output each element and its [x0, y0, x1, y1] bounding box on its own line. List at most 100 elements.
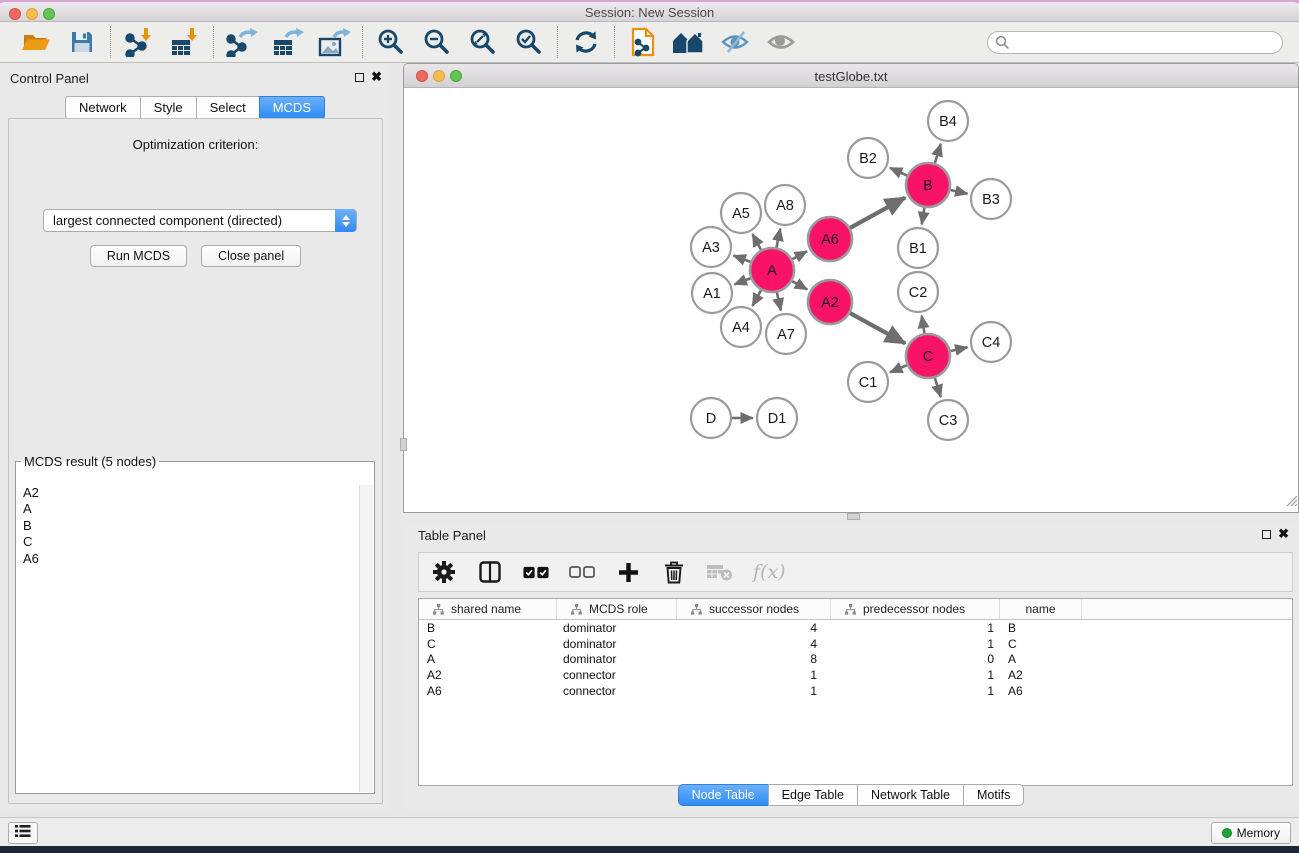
- network-edge[interactable]: [922, 316, 925, 335]
- import-network-icon[interactable]: [121, 25, 157, 59]
- network-node-label: A6: [821, 232, 839, 248]
- column-header-predecessor-nodes[interactable]: predecessor nodes: [831, 599, 1000, 619]
- network-edge[interactable]: [935, 144, 941, 164]
- task-history-button[interactable]: [8, 822, 38, 844]
- network-edge[interactable]: [734, 278, 751, 285]
- column-header-shared-name[interactable]: shared name: [419, 599, 557, 619]
- node-table: shared name MCDS role successor nodes pr…: [418, 598, 1293, 786]
- show-column-icon[interactable]: [477, 559, 503, 585]
- close-panel-icon[interactable]: ✖: [371, 70, 382, 84]
- tab-style[interactable]: Style: [140, 96, 196, 119]
- criterion-selected-value: largest connected component (directed): [53, 213, 282, 228]
- search-input[interactable]: [987, 31, 1283, 54]
- mcds-result-item[interactable]: A6: [17, 551, 359, 567]
- mcds-result-list: A2ABCA6: [17, 485, 359, 792]
- table-row[interactable]: Cdominator41C: [419, 636, 1292, 652]
- table-settings-gear-icon[interactable]: [431, 559, 457, 585]
- zoom-in-icon[interactable]: [373, 25, 409, 59]
- select-stepper-icon: [335, 209, 356, 232]
- network-edge[interactable]: [752, 289, 761, 306]
- open-file-icon[interactable]: [18, 25, 54, 59]
- criterion-select[interactable]: largest connected component (directed): [43, 209, 357, 232]
- import-table-icon[interactable]: [167, 25, 203, 59]
- network-edge[interactable]: [752, 234, 761, 251]
- network-edge[interactable]: [733, 255, 751, 262]
- table-row[interactable]: Adominator80A: [419, 652, 1292, 668]
- mcds-result-box: MCDS result (5 nodes) A2ABCA6: [15, 454, 375, 794]
- tab-motifs[interactable]: Motifs: [963, 784, 1024, 806]
- refresh-icon[interactable]: [568, 25, 604, 59]
- network-view-window: testGlobe.txt B4B2BB3B1A5A8A6A3AA1A2C2A4…: [403, 63, 1299, 513]
- houses-icon[interactable]: [671, 25, 707, 59]
- export-table-icon[interactable]: [270, 25, 306, 59]
- network-node-label: B: [923, 178, 933, 194]
- network-edge[interactable]: [922, 207, 925, 225]
- network-node-label: B1: [909, 241, 927, 257]
- select-all-checkboxes-icon[interactable]: [523, 559, 549, 585]
- network-document-icon[interactable]: [625, 25, 661, 59]
- app-titlebar: Session: New Session: [0, 2, 1299, 22]
- network-edge[interactable]: [776, 229, 780, 249]
- close-table-panel-icon[interactable]: ✖: [1278, 527, 1289, 541]
- tab-network-table[interactable]: Network Table: [857, 784, 963, 806]
- table-row[interactable]: Bdominator41B: [419, 620, 1292, 636]
- table-row[interactable]: A6connector11A6: [419, 683, 1292, 699]
- network-node-label: D1: [768, 411, 787, 427]
- network-edge[interactable]: [949, 347, 967, 351]
- mcds-result-item[interactable]: A: [17, 501, 359, 517]
- float-panel-icon[interactable]: [355, 73, 364, 82]
- zoom-fit-icon[interactable]: [465, 25, 501, 59]
- network-node-label: D: [706, 411, 716, 427]
- save-icon[interactable]: [64, 25, 100, 59]
- tab-edge-table[interactable]: Edge Table: [768, 784, 857, 806]
- memory-button[interactable]: Memory: [1211, 822, 1291, 844]
- network-node-label: B2: [859, 151, 877, 167]
- network-edge[interactable]: [849, 313, 905, 344]
- column-header-name[interactable]: name: [1000, 599, 1082, 619]
- table-toolbar: f(x): [418, 552, 1293, 592]
- mcds-result-item[interactable]: C: [17, 534, 359, 550]
- network-node-label: A3: [702, 240, 720, 256]
- network-edge[interactable]: [949, 190, 967, 194]
- network-edge[interactable]: [935, 377, 941, 397]
- hide-graphics-icon[interactable]: [717, 25, 753, 59]
- network-edge[interactable]: [890, 168, 908, 176]
- control-panel-title: Control Panel: [10, 71, 89, 86]
- result-scrollbar[interactable]: [359, 485, 373, 792]
- tab-node-table[interactable]: Node Table: [678, 784, 768, 806]
- network-edge[interactable]: [849, 198, 905, 229]
- network-edge[interactable]: [791, 251, 807, 259]
- tab-mcds[interactable]: MCDS: [259, 96, 325, 119]
- control-panel: Control Panel ✖ Network Style Select MCD…: [0, 65, 390, 812]
- network-window-title: testGlobe.txt: [404, 69, 1298, 84]
- mcds-result-item[interactable]: A2: [17, 485, 359, 501]
- export-image-icon[interactable]: [316, 25, 352, 59]
- horizontal-splitter-handle[interactable]: [847, 513, 860, 520]
- float-table-panel-icon[interactable]: [1262, 530, 1271, 539]
- network-canvas[interactable]: B4B2BB3B1A5A8A6A3AA1A2C2A4A7C4CC1C3DD1: [404, 88, 1298, 512]
- column-header-mcds-role[interactable]: MCDS role: [557, 599, 677, 619]
- zoom-selected-icon[interactable]: [511, 25, 547, 59]
- close-panel-button[interactable]: Close panel: [201, 245, 301, 267]
- table-row[interactable]: A2connector11A2: [419, 667, 1292, 683]
- network-edge[interactable]: [777, 291, 781, 310]
- tab-network[interactable]: Network: [65, 96, 140, 119]
- mcds-result-item[interactable]: B: [17, 518, 359, 534]
- show-graphics-icon[interactable]: [763, 25, 799, 59]
- network-edge[interactable]: [791, 281, 807, 290]
- tab-select[interactable]: Select: [196, 96, 259, 119]
- delete-column-trash-icon[interactable]: [661, 559, 687, 585]
- network-window-titlebar[interactable]: testGlobe.txt: [404, 64, 1298, 88]
- clear-all-checkboxes-icon[interactable]: [569, 559, 595, 585]
- mcds-result-title: MCDS result (5 nodes): [21, 454, 159, 469]
- optimization-criterion-label: Optimization criterion:: [9, 137, 382, 152]
- table-panel: Table Panel ✖ f(x) shared: [403, 522, 1299, 812]
- export-network-icon[interactable]: [224, 25, 260, 59]
- vertical-splitter-handle[interactable]: [400, 438, 407, 451]
- network-edge[interactable]: [890, 365, 908, 373]
- resize-grip-icon[interactable]: [1283, 492, 1297, 511]
- run-mcds-button[interactable]: Run MCDS: [90, 245, 187, 267]
- add-column-icon[interactable]: [615, 559, 641, 585]
- column-header-successor-nodes[interactable]: successor nodes: [677, 599, 831, 619]
- zoom-out-icon[interactable]: [419, 25, 455, 59]
